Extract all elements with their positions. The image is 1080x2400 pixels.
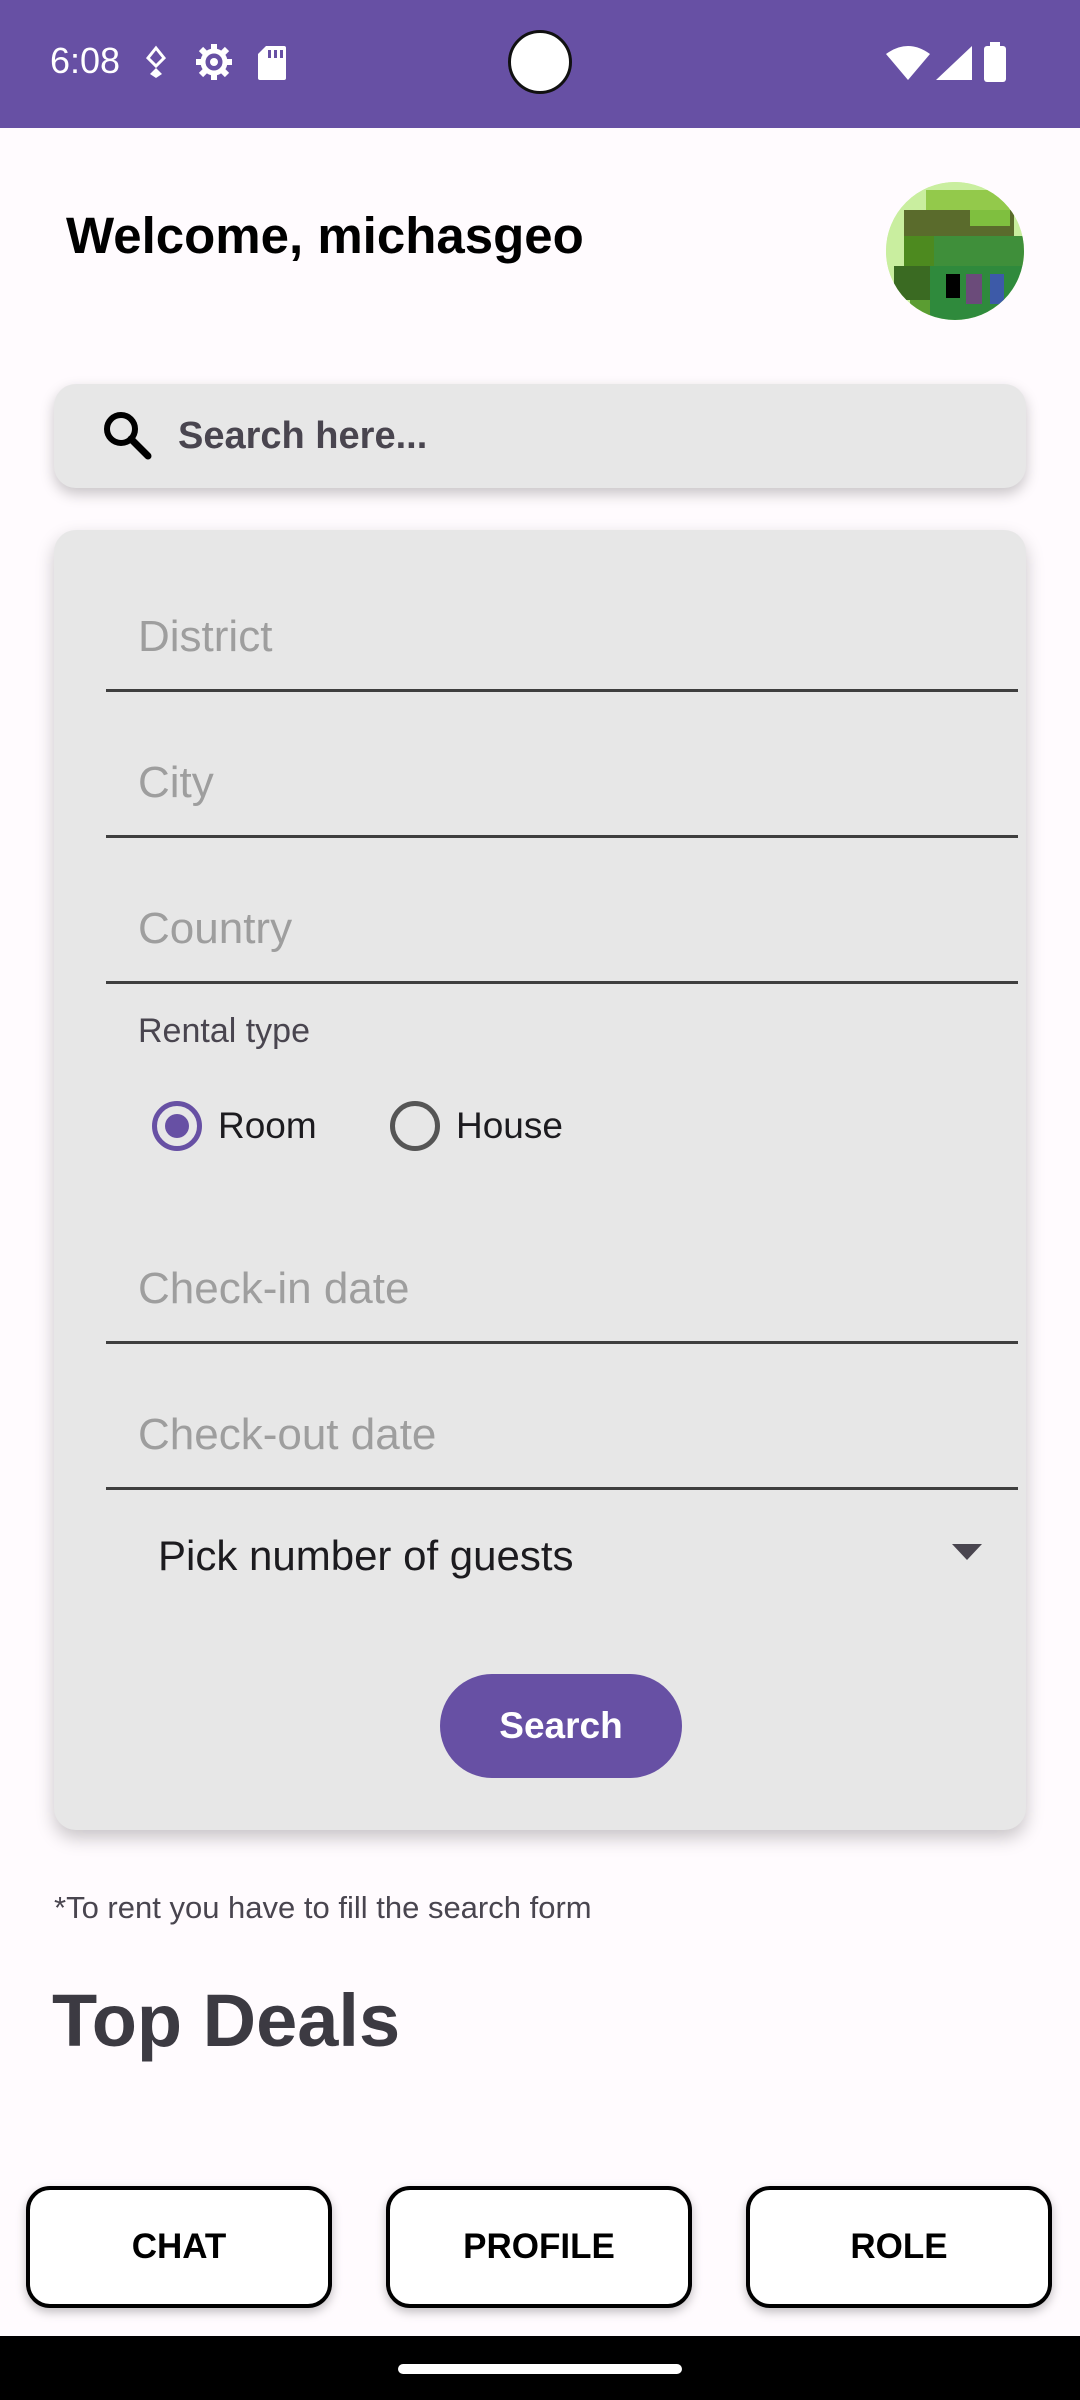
checkout-date-input[interactable] (138, 1405, 998, 1465)
city-input[interactable] (138, 753, 998, 813)
battery-icon (984, 42, 1006, 82)
checkin-date-input[interactable] (138, 1259, 998, 1319)
rental-type-label: Rental type (138, 1012, 310, 1050)
district-field[interactable] (106, 572, 1018, 692)
chat-button[interactable]: CHAT (26, 2186, 332, 2308)
guests-dropdown-value: Pick number of guests (158, 1532, 574, 1579)
guests-dropdown[interactable]: Pick number of guests (158, 1514, 1038, 1594)
notification-dot-icon (145, 45, 167, 78)
wifi-icon (886, 46, 930, 80)
cellular-signal-icon (936, 46, 972, 80)
radio-room-indicator[interactable] (152, 1101, 202, 1151)
home-gesture-handle[interactable] (398, 2364, 682, 2374)
radio-house-indicator[interactable] (390, 1101, 440, 1151)
form-note: *To rent you have to fill the search for… (54, 1890, 592, 1925)
avatar[interactable] (886, 182, 1024, 320)
checkin-date-field[interactable] (106, 1224, 1018, 1344)
radio-room[interactable]: Room (152, 1096, 317, 1156)
country-field[interactable] (106, 864, 1018, 984)
radio-room-label: Room (218, 1105, 317, 1146)
welcome-title: Welcome, michasgeo (66, 207, 584, 264)
city-field[interactable] (106, 718, 1018, 838)
search-form-card: Rental type Room House Pick number of gu… (54, 530, 1026, 1830)
role-button[interactable]: ROLE (746, 2186, 1052, 2308)
radio-house-label: House (456, 1105, 563, 1146)
search-button[interactable]: Search (440, 1674, 682, 1778)
country-input[interactable] (138, 899, 998, 959)
pixel-avatar-icon (886, 182, 1024, 320)
status-time: 6:08 (50, 40, 121, 81)
app-screen: 6:08 Welcome, michasgeo Search here... D… (0, 0, 1080, 2400)
district-input[interactable] (138, 607, 998, 667)
dropdown-arrow-icon (952, 1544, 982, 1560)
top-deals-heading: Top Deals (52, 1979, 401, 2062)
search-bar[interactable] (54, 384, 1026, 488)
camera-cutout (508, 30, 572, 94)
status-bar: 6:08 (0, 0, 1080, 128)
profile-button[interactable]: PROFILE (386, 2186, 692, 2308)
checkout-date-field[interactable] (106, 1370, 1018, 1490)
search-icon (104, 412, 152, 460)
settings-gear-icon (196, 44, 232, 80)
sd-card-icon (258, 46, 286, 80)
radio-house[interactable]: House (390, 1096, 563, 1156)
radio-selected-dot (165, 1114, 189, 1138)
search-input[interactable] (178, 406, 978, 466)
